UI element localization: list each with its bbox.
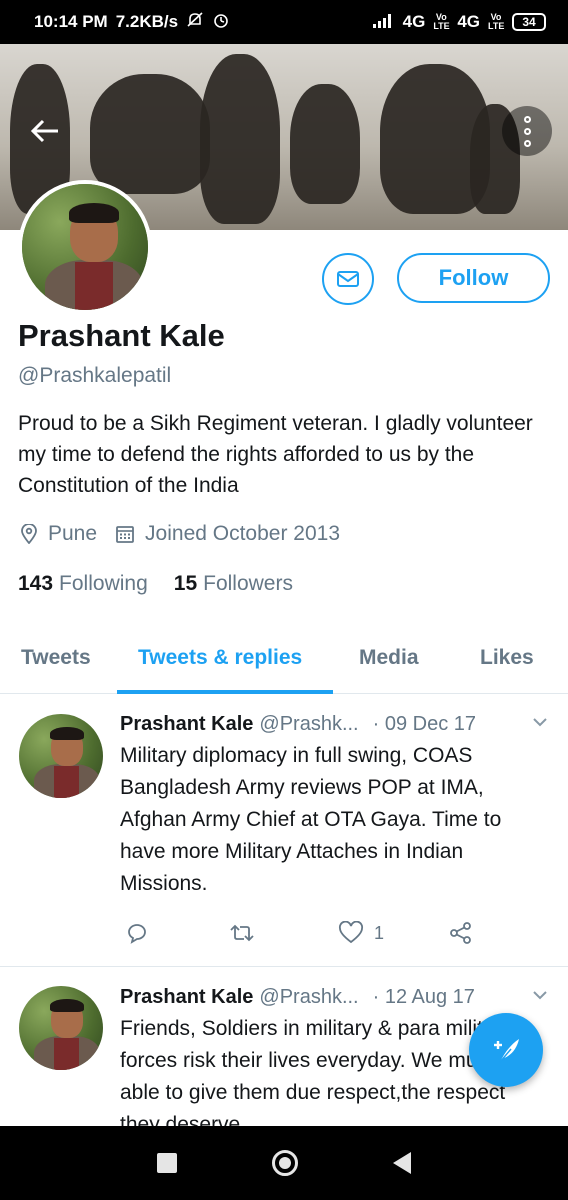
mute-icon — [186, 11, 204, 34]
profile-handle: @Prashkalepatil — [18, 364, 172, 387]
profile-avatar[interactable] — [18, 180, 152, 314]
following-label: Following — [59, 572, 148, 595]
tweet-header: Prashant Kale @Prashk... · 09 Dec 17 — [120, 713, 476, 736]
followers-count: 15 — [173, 572, 198, 595]
share-icon — [450, 922, 471, 944]
tweet-actions: 1 — [124, 921, 474, 945]
tweet-author-name: Prashant Kale — [120, 986, 254, 1008]
tweet-avatar[interactable] — [19, 714, 103, 798]
share-button[interactable] — [448, 921, 474, 945]
following-count: 143 — [18, 572, 54, 595]
back-arrow-icon — [30, 119, 58, 143]
envelope-icon — [337, 271, 359, 287]
tweet-header: Prashant Kale @Prashk... · 12 Aug 17 — [120, 986, 475, 1009]
signal-icon — [372, 12, 395, 33]
status-bar: 10:14 PM 7.2KB/s 4G Vo LTE 4G Vo LTE 34 — [0, 0, 568, 44]
retweet-icon — [230, 924, 254, 942]
chevron-down-icon — [533, 991, 547, 1000]
battery-indicator: 34 — [512, 13, 546, 31]
tweet-menu-chevron[interactable] — [532, 988, 548, 1006]
like-button[interactable]: 1 — [338, 921, 448, 945]
tweet-avatar[interactable] — [19, 986, 103, 1070]
message-button[interactable] — [322, 253, 374, 305]
followers-link[interactable]: 15 Followers — [174, 572, 293, 596]
profile-name: Prashant Kale — [18, 318, 225, 353]
tweet-author-handle: @Prashk... — [259, 713, 359, 735]
banner-figure — [90, 74, 210, 194]
profile-tabs: Tweets Tweets & replies Media Likes — [0, 626, 568, 694]
tab-tweets-replies[interactable]: Tweets & replies — [138, 646, 302, 670]
status-speed: 7.2KB/s — [115, 12, 179, 31]
system-nav-bar — [0, 1126, 568, 1200]
like-count: 1 — [374, 922, 385, 943]
followers-label: Followers — [203, 572, 293, 595]
tab-likes[interactable]: Likes — [480, 646, 534, 670]
location-pin-icon — [20, 524, 38, 544]
status-time: 10:14 PM — [34, 12, 108, 31]
compose-tweet-button[interactable] — [469, 1013, 543, 1087]
following-link[interactable]: 143 Following — [18, 572, 148, 596]
calendar-icon — [115, 524, 135, 544]
profile-meta: Pune Joined October 2013 — [20, 522, 340, 546]
compose-feather-icon — [494, 1039, 519, 1063]
banner-figure — [200, 54, 280, 224]
avatar-image — [22, 184, 148, 310]
tweet-author-name: Prashant Kale — [120, 713, 254, 735]
back-button[interactable] — [22, 114, 68, 160]
profile-bio: Proud to be a Sikh Regiment veteran. I g… — [18, 412, 533, 497]
tab-tweets[interactable]: Tweets — [21, 646, 91, 670]
heart-icon — [339, 921, 363, 944]
reply-button[interactable] — [124, 921, 228, 945]
home-icon[interactable] — [271, 1150, 298, 1176]
banner-figure — [290, 84, 360, 204]
dot-icon — [523, 127, 531, 135]
tweet-item[interactable]: Prashant Kale @Prashk... · 09 Dec 17 Mil… — [0, 695, 568, 967]
back-nav-icon[interactable] — [392, 1152, 411, 1174]
active-tab-indicator — [117, 690, 333, 694]
recents-icon[interactable] — [157, 1153, 178, 1173]
more-options-button[interactable] — [502, 106, 552, 156]
profile-location: Pune — [48, 522, 98, 545]
volte-badge-1: Vo LTE — [433, 12, 450, 31]
follow-counts: 143 Following 15 Followers — [18, 572, 293, 596]
alarm-icon — [212, 11, 230, 34]
retweet-button[interactable] — [228, 921, 338, 945]
profile-joined: Joined October 2013 — [115, 522, 340, 546]
reply-icon — [128, 924, 146, 944]
follow-button[interactable]: Follow — [397, 253, 550, 303]
tweet-author-handle: @Prashk... — [259, 986, 359, 1008]
tweet-text: Military diplomacy in full swing, COAS B… — [120, 744, 502, 895]
dot-icon — [523, 115, 531, 123]
status-left: 10:14 PM 7.2KB/s — [34, 11, 230, 34]
tweet-menu-chevron[interactable] — [532, 715, 548, 733]
network-type-2: 4G — [457, 12, 480, 31]
chevron-down-icon — [533, 718, 547, 727]
tab-media[interactable]: Media — [359, 646, 419, 670]
tweet-date: · 09 Dec 17 — [372, 713, 476, 735]
volte-badge-2: Vo LTE — [488, 12, 505, 31]
status-right: 4G Vo LTE 4G Vo LTE 34 — [372, 12, 546, 33]
joined-date: Joined October 2013 — [145, 522, 341, 545]
network-type-1: 4G — [402, 12, 426, 31]
dot-icon — [523, 139, 531, 147]
tweet-date: · 12 Aug 17 — [372, 986, 475, 1008]
